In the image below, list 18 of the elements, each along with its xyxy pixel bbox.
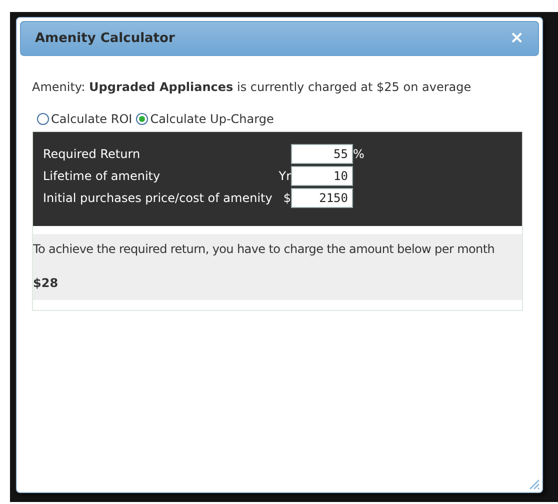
result-message: To achieve the required return, you have to charge the amount below per month bbox=[33, 241, 496, 258]
radio-label[interactable]: Calculate ROI bbox=[51, 110, 132, 128]
number-field[interactable]: 10 bbox=[291, 166, 353, 186]
unit-label: $ bbox=[283, 190, 291, 207]
resize-grip-icon[interactable] bbox=[528, 478, 540, 490]
radio-button[interactable] bbox=[136, 113, 148, 125]
field-label: Required Return bbox=[43, 146, 142, 163]
result-amount: $28 bbox=[33, 275, 60, 292]
radio-label[interactable]: Calculate Up-Charge bbox=[150, 110, 274, 128]
amenity-description: Amenity: Upgraded Appliances is currently charged at $25 on average bbox=[32, 79, 472, 96]
radio-button[interactable] bbox=[37, 113, 49, 125]
field-label: Lifetime of amenity bbox=[43, 168, 162, 185]
unit-label: % bbox=[353, 146, 364, 163]
number-field[interactable]: 2150 bbox=[291, 188, 353, 208]
unit-label: Yr bbox=[278, 168, 291, 185]
window-title: Amenity Calculator bbox=[35, 30, 175, 48]
number-field[interactable]: 55 bbox=[291, 144, 353, 164]
field-label: Initial purchases price/cost of amenity bbox=[43, 190, 274, 207]
